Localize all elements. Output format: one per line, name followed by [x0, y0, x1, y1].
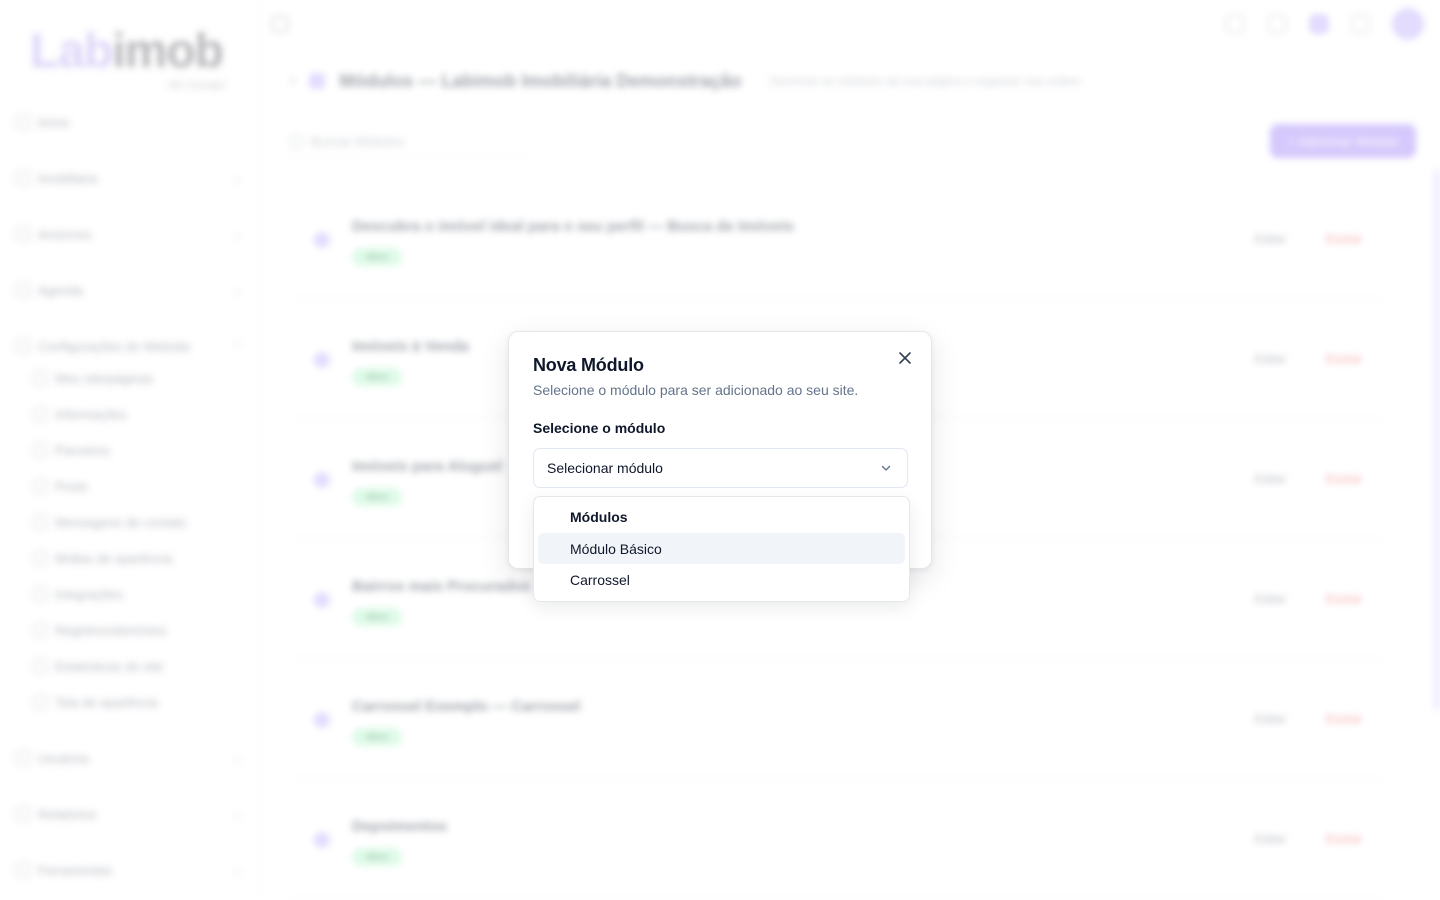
module-select-value: Selecionar módulo [547, 460, 663, 476]
module-select-dropdown: Módulos Módulo Básico Carrossel [533, 496, 910, 602]
option-carrossel[interactable]: Carrossel [538, 564, 905, 595]
module-select[interactable]: Selecionar módulo [533, 448, 908, 488]
close-icon [899, 352, 911, 364]
dialog-title: Nova Módulo [533, 355, 644, 375]
option-modulo-basico[interactable]: Módulo Básico [538, 533, 905, 564]
chevron-down-icon [880, 461, 894, 475]
dropdown-group-label: Módulos [570, 509, 628, 525]
dialog-description: Selecione o módulo para ser adicionado a… [533, 382, 859, 398]
module-select-label: Selecione o módulo [533, 420, 666, 436]
close-button[interactable] [895, 348, 915, 368]
